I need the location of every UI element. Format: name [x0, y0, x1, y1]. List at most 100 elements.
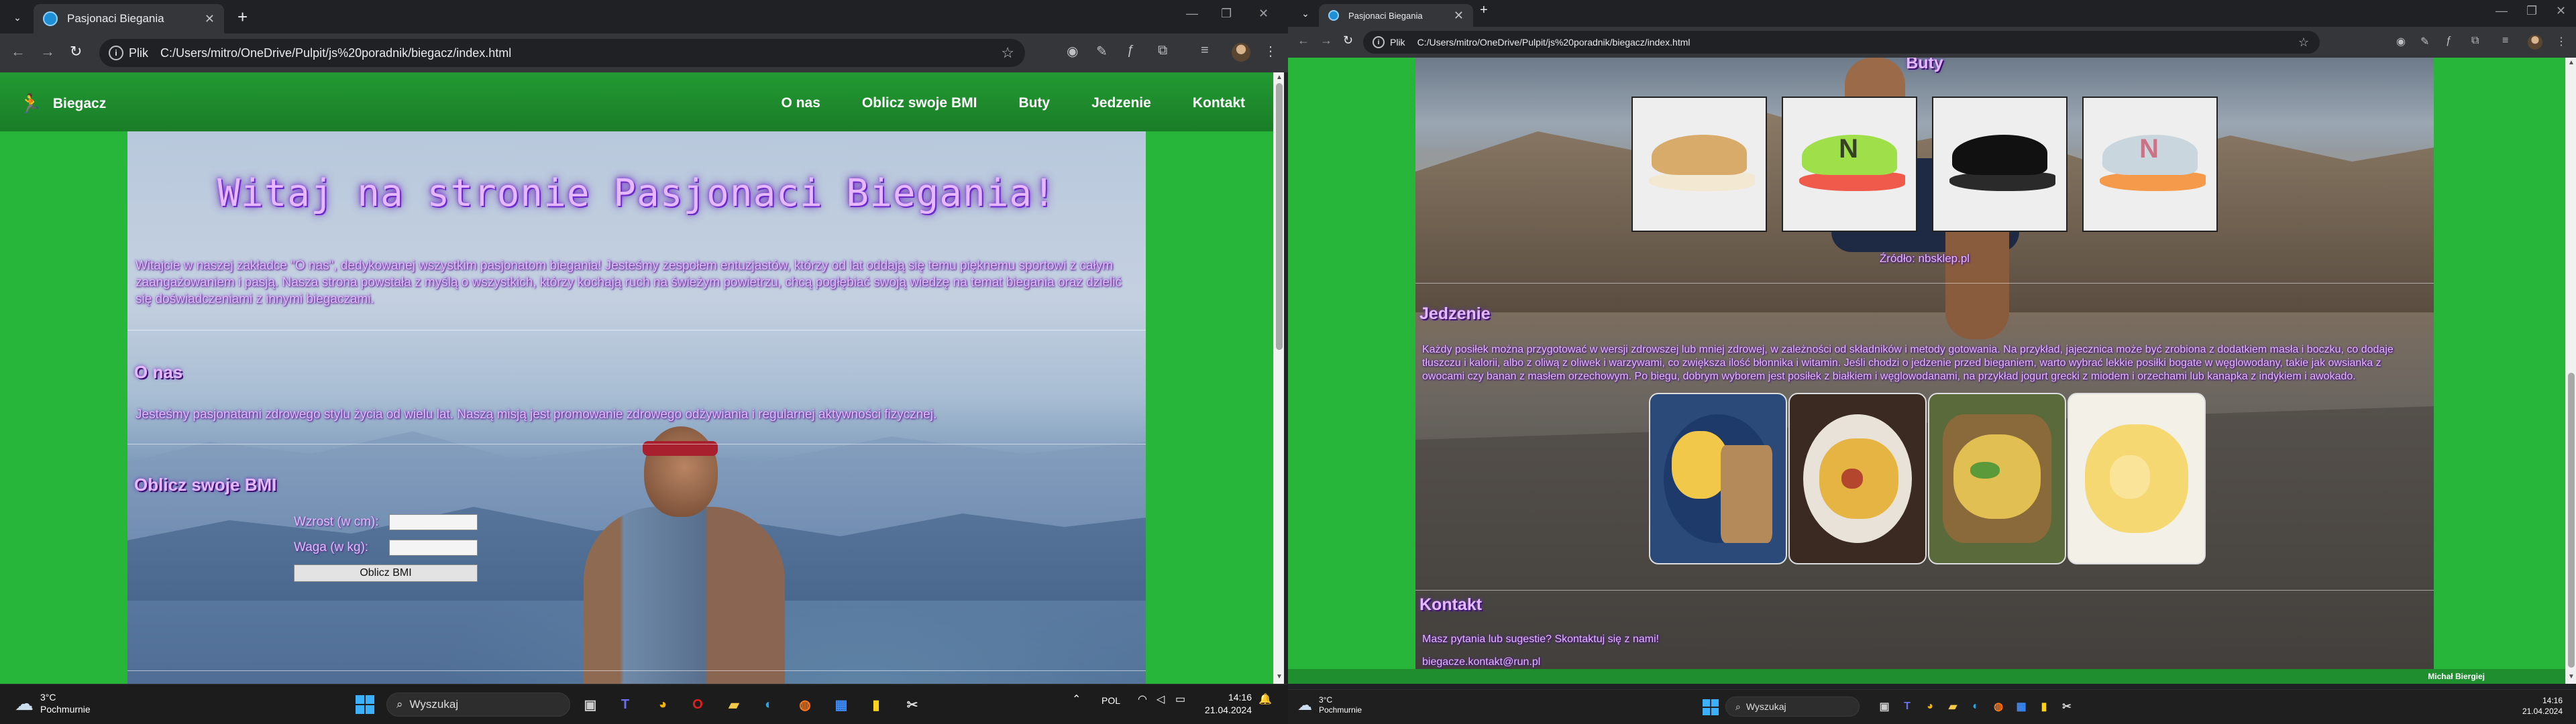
- camera-icon[interactable]: ◉: [2396, 35, 2406, 48]
- task-view-icon[interactable]: ▣: [1876, 698, 1893, 715]
- store-icon[interactable]: ▦: [2012, 698, 2030, 715]
- tab-close-icon[interactable]: ✕: [205, 12, 215, 26]
- pen-icon[interactable]: ✎: [1096, 43, 1108, 60]
- nav-link-buty[interactable]: Buty: [1018, 95, 1050, 111]
- contact-email[interactable]: biegacze.kontakt@run.pl: [1422, 656, 1540, 669]
- clock[interactable]: 14:16 21.04.2024: [2496, 695, 2563, 717]
- search-label: Wyszukaj: [409, 698, 459, 711]
- file-explorer-icon[interactable]: ▰: [1944, 698, 1962, 715]
- tab-search-icon[interactable]: ⌄: [1297, 5, 1313, 21]
- page-scrollbar[interactable]: ▲ ▼: [2565, 58, 2576, 684]
- chrome-icon[interactable]: ◕: [652, 694, 674, 715]
- taskbar-right: ☁ 3°C Pochmurnie ⌕ Wyszukaj ▣ T ◕ ▰ ◐ ◍ ▦…: [1288, 689, 2576, 724]
- search-label: Wyszukaj: [1746, 701, 1786, 712]
- bookmark-star-icon[interactable]: ☆: [1001, 44, 1014, 62]
- tab-close-icon[interactable]: ✕: [1454, 9, 1464, 23]
- chrome-icon[interactable]: ◕: [1921, 698, 1939, 715]
- teams-icon[interactable]: T: [614, 694, 636, 715]
- close-window-icon[interactable]: ✕: [1258, 7, 1269, 21]
- maximize-icon[interactable]: ❐: [2526, 4, 2537, 18]
- scroll-thumb[interactable]: [1276, 83, 1283, 350]
- calculate-bmi-button[interactable]: Oblicz BMI: [294, 564, 478, 582]
- url-text[interactable]: C:/Users/mitro/OneDrive/Pulpit/js%20pora…: [160, 46, 511, 60]
- reload-icon[interactable]: ↻: [70, 43, 82, 60]
- bookmark-star-icon[interactable]: ☆: [2298, 36, 2309, 50]
- extensions-icon[interactable]: ⧉: [1158, 43, 1167, 58]
- site-info-icon[interactable]: i: [109, 46, 123, 60]
- maximize-icon[interactable]: ❐: [1221, 7, 1232, 21]
- page-scrollbar[interactable]: ▲ ▼: [1273, 72, 1284, 684]
- function-icon[interactable]: ƒ: [1127, 43, 1134, 58]
- scroll-up-icon[interactable]: ▲: [2568, 59, 2575, 66]
- clock-date: 21.04.2024: [2522, 707, 2563, 716]
- menu-icon[interactable]: ⋮: [2556, 35, 2567, 48]
- tray-chevron-icon[interactable]: ⌃: [1072, 692, 1081, 706]
- firefox-icon[interactable]: ◍: [794, 694, 816, 715]
- volume-icon[interactable]: ◁: [1157, 692, 1165, 706]
- height-input[interactable]: [389, 514, 478, 530]
- start-icon[interactable]: [356, 695, 374, 714]
- weather-widget[interactable]: ☁ 3°C Pochmurnie: [1297, 695, 1362, 715]
- profile-avatar[interactable]: [1232, 43, 1250, 62]
- profile-avatar[interactable]: [2528, 35, 2542, 50]
- scroll-down-icon[interactable]: ▼: [1276, 673, 1283, 680]
- forward-icon[interactable]: →: [1320, 34, 1332, 48]
- back-icon[interactable]: ←: [11, 43, 25, 60]
- task-view-icon[interactable]: ▣: [580, 694, 601, 715]
- browser-tab[interactable]: Pasjonaci Biegania ✕: [1319, 4, 1473, 27]
- snipping-icon[interactable]: ✂: [2058, 698, 2076, 715]
- media-icon[interactable]: ≡: [2502, 35, 2508, 47]
- edge-icon[interactable]: ◐: [1967, 698, 1984, 715]
- scroll-up-icon[interactable]: ▲: [1276, 74, 1283, 81]
- minimize-icon[interactable]: —: [1186, 7, 1198, 21]
- store-icon[interactable]: ▦: [830, 694, 852, 715]
- divider: [1415, 590, 2434, 591]
- new-tab-icon[interactable]: +: [1480, 3, 1488, 18]
- function-icon[interactable]: ƒ: [2446, 35, 2452, 47]
- taskbar-search[interactable]: ⌕ Wyszukaj: [386, 692, 570, 717]
- opera-icon[interactable]: O: [687, 694, 708, 715]
- url-text[interactable]: C:/Users/mitro/OneDrive/Pulpit/js%20pora…: [1417, 37, 1690, 48]
- start-icon[interactable]: [1703, 699, 1719, 715]
- weather-widget[interactable]: ☁ 3°C Pochmurnie: [15, 691, 91, 715]
- browser-tab[interactable]: Pasjonaci Biegania ✕: [34, 4, 224, 34]
- scroll-thumb[interactable]: [2568, 373, 2575, 668]
- edge-icon[interactable]: ◐: [758, 694, 780, 715]
- site-brand[interactable]: 🏃 Biegacz: [19, 93, 106, 115]
- menu-icon[interactable]: ⋮: [1264, 43, 1277, 60]
- file-explorer-icon[interactable]: ▰: [723, 694, 745, 715]
- weight-input[interactable]: [389, 540, 478, 556]
- reload-icon[interactable]: ↻: [1343, 34, 1353, 48]
- address-bar[interactable]: i Plik C:/Users/mitro/OneDrive/Pulpit/js…: [99, 39, 1025, 67]
- tab-favicon-icon: [1328, 10, 1339, 21]
- tab-search-icon[interactable]: ⌄: [9, 9, 25, 25]
- new-tab-icon[interactable]: +: [237, 7, 248, 27]
- nav-link-bmi[interactable]: Oblicz swoje BMI: [862, 95, 977, 111]
- pen-icon[interactable]: ✎: [2420, 35, 2429, 48]
- nav-link-kontakt[interactable]: Kontakt: [1193, 95, 1245, 111]
- taskbar-search[interactable]: ⌕ Wyszukaj: [1725, 697, 1860, 717]
- battery-icon[interactable]: ▭: [1175, 692, 1185, 706]
- site-info-icon[interactable]: i: [1373, 36, 1385, 48]
- nav-link-jedzenie[interactable]: Jedzenie: [1091, 95, 1151, 111]
- wifi-icon[interactable]: ◠: [1138, 692, 1147, 706]
- address-bar[interactable]: i Plik C:/Users/mitro/OneDrive/Pulpit/js…: [1363, 31, 2320, 54]
- back-icon[interactable]: ←: [1297, 34, 1309, 48]
- clock[interactable]: 14:16 21.04.2024: [1190, 691, 1252, 717]
- minimize-icon[interactable]: —: [2496, 4, 2508, 18]
- sticky-notes-icon[interactable]: ▮: [2035, 698, 2053, 715]
- firefox-icon[interactable]: ◍: [1990, 698, 2007, 715]
- notifications-icon[interactable]: 🔔: [1258, 692, 1272, 706]
- snipping-icon[interactable]: ✂: [902, 694, 923, 715]
- sticky-notes-icon[interactable]: ▮: [865, 694, 887, 715]
- close-window-icon[interactable]: ✕: [2556, 4, 2566, 18]
- camera-icon[interactable]: ◉: [1067, 43, 1078, 60]
- extensions-icon[interactable]: ⧉: [2471, 35, 2479, 47]
- teams-icon[interactable]: T: [1898, 698, 1916, 715]
- language-indicator[interactable]: POL: [1102, 695, 1120, 706]
- media-icon[interactable]: ≡: [1201, 43, 1209, 58]
- nav-link-o-nas[interactable]: O nas: [782, 95, 820, 111]
- scroll-down-icon[interactable]: ▼: [2568, 673, 2575, 680]
- forward-icon[interactable]: →: [40, 43, 55, 60]
- shoes-heading: Buty: [1906, 58, 1943, 72]
